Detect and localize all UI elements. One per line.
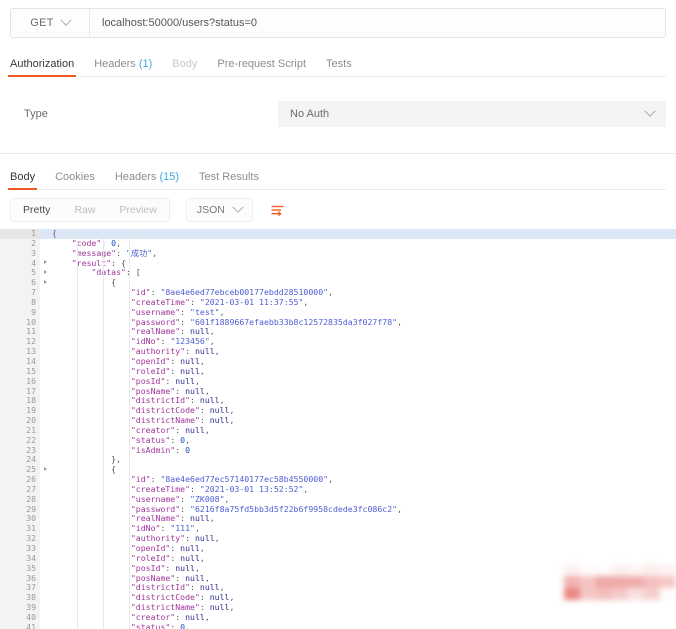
watermark-block bbox=[660, 588, 676, 600]
tab-label: Body bbox=[172, 58, 198, 70]
tab-label: Test Results bbox=[199, 171, 259, 183]
response-format-selector[interactable]: JSON bbox=[185, 198, 253, 222]
line-number: 40 bbox=[0, 612, 40, 623]
view-mode-raw[interactable]: Raw bbox=[62, 199, 107, 221]
tab-tests[interactable]: Tests bbox=[326, 58, 352, 76]
watermark-block bbox=[596, 564, 612, 576]
http-method-label: GET bbox=[30, 17, 54, 29]
watermark-block bbox=[564, 576, 580, 588]
watermark-block bbox=[564, 564, 580, 576]
line-number: 39 bbox=[0, 602, 40, 613]
watermark-block bbox=[580, 588, 596, 600]
watermark-block bbox=[596, 576, 612, 588]
watermark-block bbox=[596, 588, 612, 600]
watermark-block bbox=[628, 564, 644, 576]
response-format-value: JSON bbox=[196, 204, 225, 216]
tab-count-badge: (15) bbox=[156, 171, 180, 183]
http-method-selector[interactable]: GET bbox=[11, 9, 90, 37]
code-text: "status": 0, bbox=[130, 621, 191, 629]
watermark-block bbox=[628, 576, 644, 588]
tab-body[interactable]: Body bbox=[172, 58, 197, 76]
tab-label: Pre-request Script bbox=[217, 58, 307, 70]
tab-label: Headers bbox=[94, 58, 136, 70]
tab-authorization[interactable]: Authorization bbox=[7, 58, 77, 77]
code-line: 41 "status": 0, bbox=[0, 621, 676, 629]
tab-test-results[interactable]: Test Results bbox=[199, 171, 259, 189]
auth-type-label: Type bbox=[24, 108, 48, 120]
tab-label: Body bbox=[10, 171, 36, 183]
chevron-down-icon bbox=[644, 105, 656, 117]
response-body-toolbar: Pretty Raw Preview JSON bbox=[10, 198, 666, 222]
auth-type-select[interactable]: No Auth bbox=[278, 101, 666, 127]
watermark-block bbox=[612, 588, 628, 600]
tab-headers[interactable]: Headers (15) bbox=[115, 171, 179, 189]
watermark-block bbox=[580, 564, 596, 576]
watermark-block bbox=[644, 564, 660, 576]
watermark-block bbox=[644, 588, 660, 600]
watermark-block bbox=[660, 564, 676, 576]
request-tabs: Authorization Headers (1) Body Pre-request … bbox=[7, 50, 666, 77]
watermark-block bbox=[612, 564, 628, 576]
code-text: "isAdmin": 0 bbox=[130, 444, 191, 455]
url-value: localhost:50000/users?status=0 bbox=[102, 17, 258, 29]
tab-count-badge: (1) bbox=[135, 58, 153, 70]
code-text: "datas": [ bbox=[91, 267, 141, 278]
authorization-type-row: Type No Auth bbox=[10, 99, 666, 129]
watermark-block bbox=[660, 576, 676, 588]
chevron-down-icon bbox=[60, 14, 72, 26]
code-text: "message": "成功", bbox=[71, 247, 158, 258]
line-number: 41 bbox=[0, 622, 40, 629]
code-line: 39 "districtName": null, bbox=[0, 602, 676, 613]
watermark-block bbox=[628, 588, 644, 600]
tab-label: Tests bbox=[326, 58, 352, 70]
code-text: }, bbox=[111, 454, 122, 465]
response-tabs: Body Cookies Headers (15) Test Results bbox=[7, 154, 666, 190]
chevron-down-icon bbox=[232, 201, 244, 213]
tab-label: Cookies bbox=[55, 171, 95, 183]
word-wrap-glyph bbox=[271, 205, 284, 216]
watermark-block bbox=[580, 576, 596, 588]
code-text: { bbox=[40, 229, 676, 239]
watermark-block bbox=[644, 576, 660, 588]
code-line: 40 "creator": null, bbox=[0, 612, 676, 623]
auth-type-value: No Auth bbox=[290, 108, 330, 120]
view-mode-pretty[interactable]: Pretty bbox=[11, 199, 62, 221]
tab-headers[interactable]: Headers (1) bbox=[94, 58, 152, 76]
tab-pre-request-script[interactable]: Pre-request Script bbox=[217, 58, 306, 76]
tab-label: Authorization bbox=[10, 58, 75, 70]
url-input[interactable]: localhost:50000/users?status=0 bbox=[90, 9, 665, 37]
view-mode-preview[interactable]: Preview bbox=[107, 199, 168, 221]
watermark-block bbox=[564, 588, 580, 600]
blurred-watermark bbox=[564, 564, 676, 600]
view-mode-group: Pretty Raw Preview bbox=[10, 198, 170, 222]
watermark-block bbox=[612, 576, 628, 588]
request-url-bar: GET localhost:50000/users?status=0 bbox=[10, 8, 666, 38]
word-wrap-icon[interactable] bbox=[267, 199, 289, 221]
tab-cookies[interactable]: Cookies bbox=[55, 171, 95, 189]
tab-body[interactable]: Body bbox=[7, 171, 38, 190]
tab-label: Headers bbox=[114, 171, 157, 183]
